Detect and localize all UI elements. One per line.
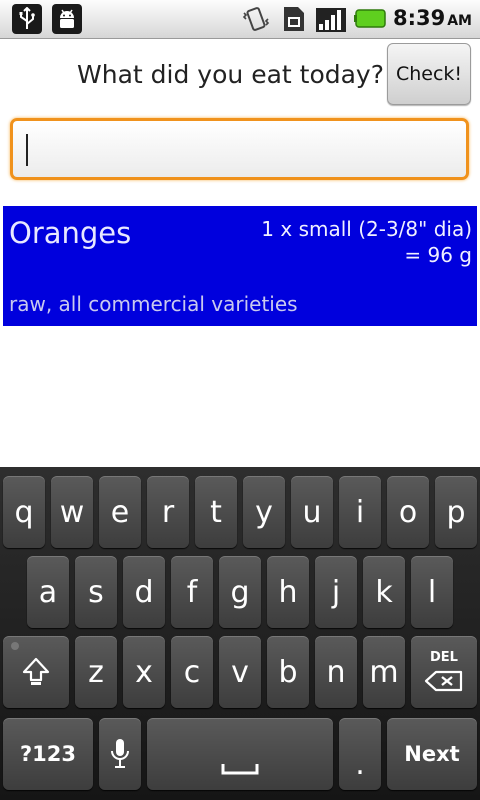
usb-icon [12, 4, 42, 34]
key-h[interactable]: h [267, 556, 309, 628]
space-bar-icon [221, 764, 259, 775]
food-search-input[interactable] [10, 118, 469, 180]
next-key[interactable]: Next [387, 718, 477, 790]
key-u[interactable]: u [291, 476, 333, 548]
key-a[interactable]: a [27, 556, 69, 628]
status-bar: 8:39 AM [0, 0, 480, 39]
period-key[interactable]: . [339, 718, 381, 790]
key-x[interactable]: x [123, 636, 165, 708]
key-e[interactable]: e [99, 476, 141, 548]
food-name: Oranges [9, 216, 132, 250]
period-label: . [355, 746, 365, 782]
soft-keyboard: q w e r t y u i o p a s d f g h j k l z … [0, 467, 480, 800]
key-l[interactable]: l [411, 556, 453, 628]
food-description: raw, all commercial varieties [9, 292, 298, 316]
key-m[interactable]: m [363, 636, 405, 708]
key-i[interactable]: i [339, 476, 381, 548]
microphone-icon [111, 739, 129, 768]
key-v[interactable]: v [219, 636, 261, 708]
food-portion: 1 x small (2-3/8" dia) = 96 g [261, 216, 472, 268]
key-t[interactable]: t [195, 476, 237, 548]
vibrate-icon [240, 0, 272, 38]
battery-icon [354, 0, 388, 38]
key-k[interactable]: k [363, 556, 405, 628]
key-b[interactable]: b [267, 636, 309, 708]
key-z[interactable]: z [75, 636, 117, 708]
key-g[interactable]: g [219, 556, 261, 628]
key-w[interactable]: w [51, 476, 93, 548]
key-c[interactable]: c [171, 636, 213, 708]
key-r[interactable]: r [147, 476, 189, 548]
sim-card-icon [280, 0, 308, 38]
backspace-icon [424, 670, 463, 692]
food-result-item[interactable]: Oranges 1 x small (2-3/8" dia) = 96 g ra… [3, 206, 477, 326]
symbols-key[interactable]: ?123 [3, 718, 93, 790]
key-f[interactable]: f [171, 556, 213, 628]
key-j[interactable]: j [315, 556, 357, 628]
key-s[interactable]: s [75, 556, 117, 628]
shift-key[interactable] [3, 636, 69, 708]
portion-size: 1 x small (2-3/8" dia) [261, 217, 472, 241]
clock-ampm: AM [447, 13, 472, 29]
check-button[interactable]: Check! [387, 43, 471, 105]
portion-weight: = 96 g [404, 243, 472, 267]
status-clock: 8:39 AM [393, 6, 472, 30]
shift-icon [22, 657, 50, 685]
android-debug-icon [52, 4, 82, 34]
key-p[interactable]: p [435, 476, 477, 548]
delete-label: DEL [430, 650, 458, 665]
space-key[interactable] [147, 718, 333, 790]
question-label: What did you eat today? [77, 60, 384, 89]
key-y[interactable]: y [243, 476, 285, 548]
key-q[interactable]: q [3, 476, 45, 548]
voice-input-key[interactable] [99, 718, 141, 790]
clock-time: 8:39 [392, 6, 446, 30]
key-d[interactable]: d [123, 556, 165, 628]
shift-indicator [11, 642, 19, 650]
signal-icon [314, 0, 348, 38]
key-n[interactable]: n [315, 636, 357, 708]
delete-key[interactable]: DEL [411, 636, 477, 708]
text-caret [26, 134, 28, 166]
key-o[interactable]: o [387, 476, 429, 548]
